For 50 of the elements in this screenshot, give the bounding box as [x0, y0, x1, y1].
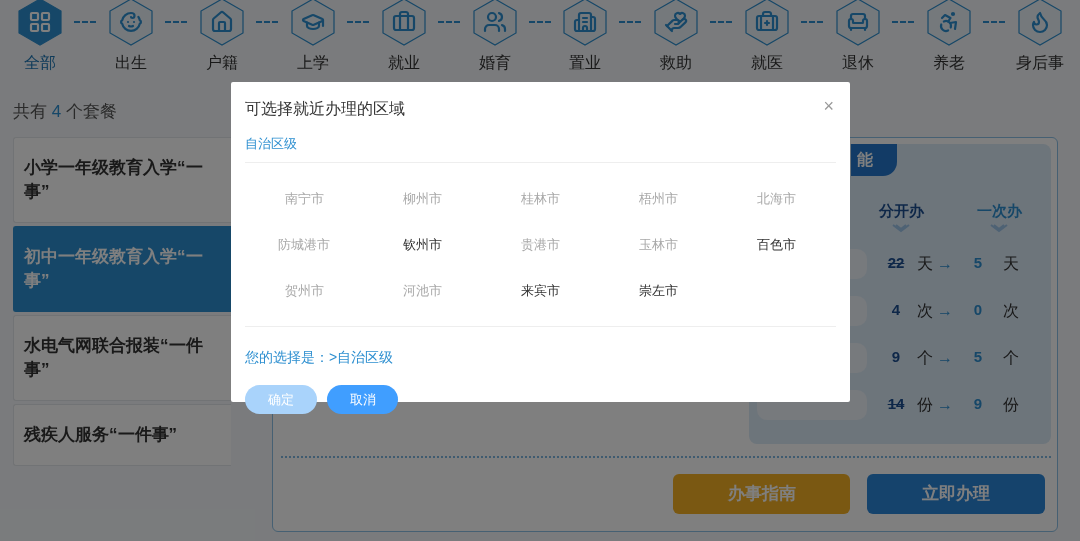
category-label[interactable]: 出生: [114, 51, 147, 75]
before-value: 9: [890, 347, 902, 368]
unit-label: 天: [917, 253, 933, 274]
arrow-label: →: [937, 300, 953, 321]
selection-text: 您的选择是：>自治区级: [245, 348, 395, 367]
package-item[interactable]: 水电气网联合报装“一件 事”: [13, 315, 231, 401]
column-header: 分开办: [878, 201, 924, 221]
before-value: 22: [886, 253, 906, 274]
after-value: 5: [972, 253, 984, 274]
unit-label: 份: [1003, 394, 1019, 415]
after-value: 5: [972, 347, 984, 368]
category-label[interactable]: 全部: [24, 51, 56, 75]
after-value: 9: [972, 394, 984, 415]
info-tab[interactable]: 能: [851, 144, 897, 176]
unit-label: 天: [1003, 253, 1019, 274]
city-option[interactable]: 来宾市: [521, 281, 560, 301]
category-label[interactable]: 户籍: [205, 51, 238, 75]
level-tab[interactable]: 自治区级: [245, 136, 297, 151]
arrow-label: →: [937, 347, 953, 368]
close-button[interactable]: ×: [823, 97, 834, 115]
category-label[interactable]: 上学: [296, 51, 329, 75]
unit-label: 次: [1003, 300, 1019, 321]
package-item[interactable]: 残疾人服务“一件事”: [13, 404, 231, 466]
category-label[interactable]: 救助: [660, 51, 693, 75]
arrow-label: →: [937, 253, 953, 274]
arrow-label: →: [937, 394, 953, 415]
package-count: 共有 4 个套餐: [13, 101, 117, 123]
city-option[interactable]: 崇左市: [639, 281, 679, 301]
column-header: 一次办: [976, 201, 1022, 221]
after-value: 0: [972, 300, 984, 321]
category-label[interactable]: 婚育: [478, 51, 511, 75]
unit-label: 次: [917, 300, 933, 321]
category-label[interactable]: 养老: [933, 51, 966, 75]
unit-label: 个: [917, 347, 933, 368]
dialog-title: 可选择就近办理的区域: [245, 99, 405, 119]
category-label[interactable]: 身后事: [1015, 51, 1064, 75]
before-value: 14: [886, 394, 906, 415]
category-label[interactable]: 置业: [569, 51, 602, 75]
apply-button[interactable]: 立即办理: [867, 474, 1045, 514]
category-label[interactable]: 就业: [387, 51, 420, 75]
unit-label: 个: [1003, 347, 1019, 368]
package-item[interactable]: 初中一年级教育入学“一 事”: [13, 226, 231, 312]
cancel-button[interactable]: 取消: [327, 385, 398, 414]
unit-label: 份: [917, 394, 933, 415]
city-option[interactable]: 百色市: [757, 235, 797, 255]
package-item[interactable]: 小学一年级教育入学“一 事”: [13, 137, 231, 223]
category-label[interactable]: 就医: [751, 51, 784, 75]
category-label[interactable]: 退休: [842, 51, 875, 75]
before-value: 4: [890, 300, 902, 321]
city-option[interactable]: 钦州市: [402, 235, 442, 255]
